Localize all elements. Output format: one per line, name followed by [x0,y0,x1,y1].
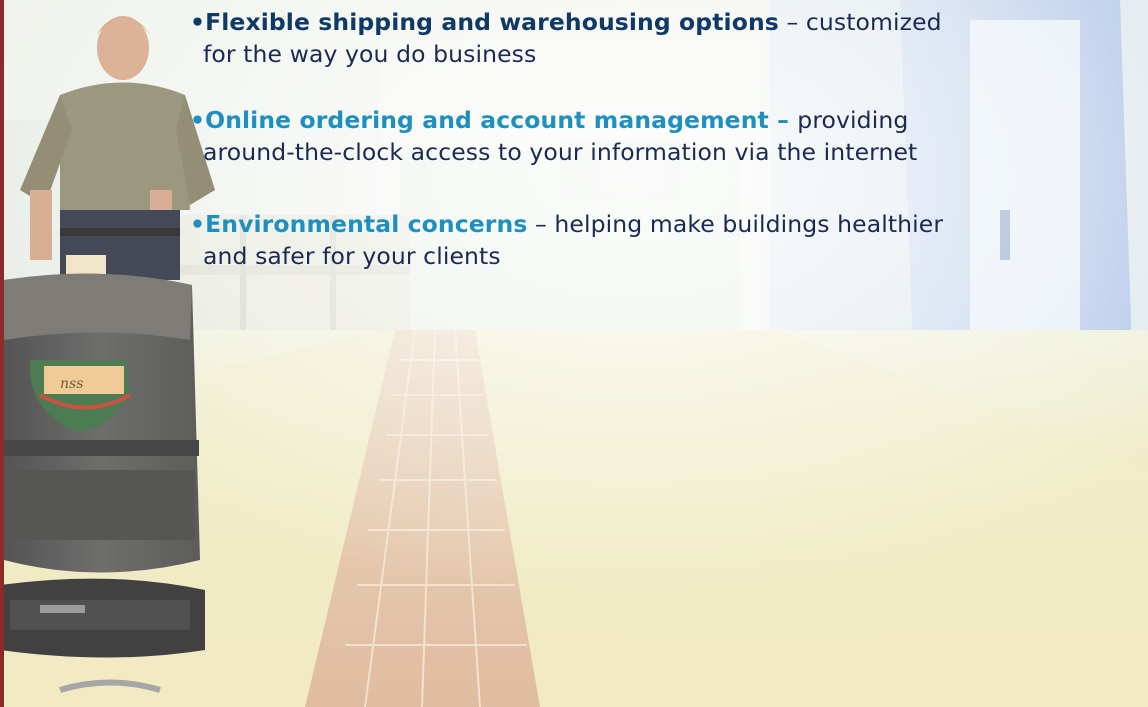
bullet-line-1: •Environmental concerns – helping make b… [190,208,943,240]
bullet-marker: • [190,106,206,134]
bullet-continuation: for the way you do business [203,40,537,68]
bullet-item-shipping: •Flexible shipping and warehousing optio… [190,6,942,70]
bullet-heading: Flexible shipping and warehousing option… [205,8,779,36]
bullet-item-online-ordering: •Online ordering and account management … [190,104,917,168]
bullet-heading: Online ordering and account management [205,106,769,134]
bullet-separator: – [768,106,798,134]
bullet-heading: Environmental concerns [205,210,528,238]
left-border-line [0,0,4,707]
bullet-item-environmental: •Environmental concerns – helping make b… [190,208,943,272]
bullet-line-1: •Flexible shipping and warehousing optio… [190,6,942,38]
nss-logo: nss [60,376,84,392]
bullet-line-1: •Online ordering and account management … [190,104,917,136]
bullet-separator: – [778,8,806,36]
bullet-text: customized [805,8,942,36]
bullet-continuation: and safer for your clients [203,242,501,270]
bullet-marker: • [190,210,206,238]
bullet-text: helping make buildings healthier [554,210,944,238]
bullet-continuation: around-the-clock access to your informat… [203,138,918,166]
bullet-text: providing [797,106,909,134]
bullet-marker: • [190,8,206,36]
bullet-separator: – [527,210,555,238]
